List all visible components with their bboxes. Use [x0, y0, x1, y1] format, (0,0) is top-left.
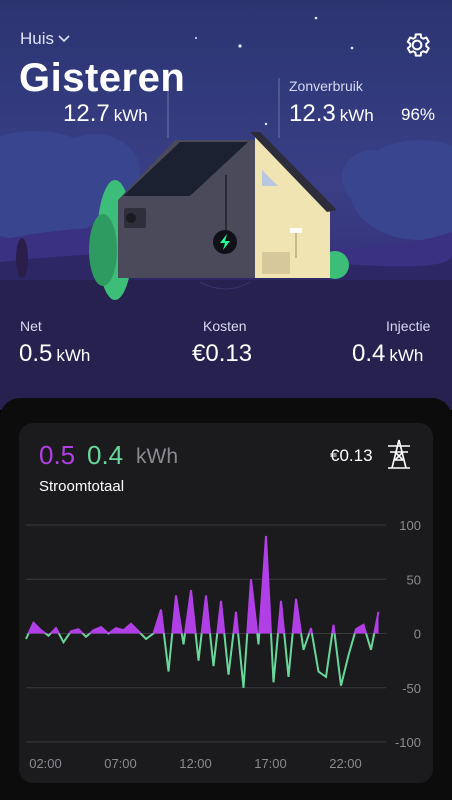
hero-panel: Huis ... Gisteren 12.7 kWh Zonverbruik 12…	[0, 0, 452, 410]
card-cost: €0.13	[330, 446, 373, 465]
location-selector[interactable]: Huis	[20, 29, 70, 49]
y-tick-label: 100	[399, 518, 421, 533]
x-tick-label: 17:00	[254, 756, 287, 771]
solar-usage-percent: 96%	[401, 105, 436, 124]
injection-value: 0.4 kWh	[352, 340, 423, 368]
card-injection-value: 0.4	[87, 440, 124, 470]
power-pylon-icon[interactable]	[386, 438, 412, 470]
cloud-right-2	[342, 150, 402, 206]
settings-gear-icon[interactable]	[402, 30, 432, 60]
power-chart[interactable]: 100 50 0 -50 -100 02:00 07:00 12:00 17:00 22:00	[19, 505, 433, 775]
x-tick-label: 02:00	[29, 756, 62, 771]
chevron-down-icon	[58, 35, 70, 43]
series-injection-line	[25, 633, 376, 688]
sofa	[262, 252, 290, 274]
card-subtitle: Stroomtotaal	[39, 478, 125, 495]
y-tick-label: 0	[414, 627, 421, 642]
net-number: 0.5	[19, 340, 53, 367]
injection-label: Injectie	[386, 318, 431, 334]
card-net-value: 0.5	[39, 440, 76, 470]
net-unit: kWh	[56, 346, 91, 365]
y-tick-label: 50	[407, 572, 421, 587]
left-stat-unit: kWh	[113, 106, 148, 125]
tree-front	[89, 214, 117, 286]
series-net-line	[27, 535, 380, 634]
x-tick-label: 07:00	[104, 756, 137, 771]
solar-usage-unit: kWh	[339, 106, 374, 125]
cost-label: Kosten	[203, 318, 247, 334]
page-title: Gisteren	[19, 56, 186, 100]
net-label: Net	[20, 318, 42, 334]
injection-number: 0.4	[352, 340, 386, 367]
solar-usage-number: 12.3	[289, 100, 336, 127]
x-tick-label: 12:00	[179, 756, 212, 771]
cost-number: €0.13	[192, 340, 253, 367]
left-stat-number: 12.7	[63, 100, 110, 127]
location-label: Huis	[20, 29, 55, 48]
solar-usage-value: 12.3 kWh	[289, 100, 374, 128]
cost-value: €0.13	[192, 340, 252, 368]
x-tick-label: 22:00	[329, 756, 362, 771]
injection-unit: kWh	[389, 346, 424, 365]
solar-usage-label: Zonverbruik	[289, 78, 363, 94]
tree-silhouette	[16, 238, 28, 278]
left-stat-value: 12.7 kWh	[63, 100, 148, 128]
series-net-area	[26, 535, 379, 634]
net-value: 0.5 kWh	[19, 340, 90, 368]
card-unit: kWh	[136, 445, 178, 468]
y-tick-label: -50	[402, 681, 421, 696]
y-tick-label: -100	[395, 735, 421, 750]
